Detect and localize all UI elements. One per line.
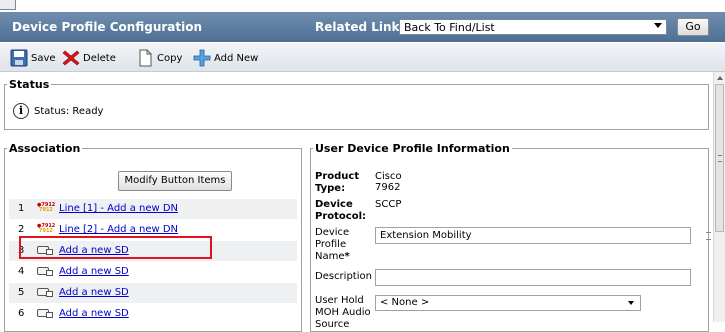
line-2-link[interactable]: Line [2] - Add a new DN [59, 224, 178, 235]
line-1-link[interactable]: Line [1] - Add a new DN [59, 203, 178, 214]
delete-button[interactable]: Delete [62, 49, 116, 67]
page-header: Device Profile Configuration Related Lin… [0, 12, 725, 42]
row-index: 5 [18, 287, 25, 298]
speed-dial-6-link[interactable]: Add a new SD [59, 308, 129, 319]
status-text: Status: Ready [34, 105, 104, 117]
association-legend: Association [9, 142, 81, 155]
modify-button-items-button[interactable]: Modify Button Items [118, 171, 232, 191]
toolbar: Save Delete Copy Add New [0, 43, 725, 72]
grip-icon [718, 155, 722, 162]
highlight-box [19, 236, 212, 259]
product-type-label: Product Type: [315, 171, 360, 194]
save-icon [10, 49, 28, 67]
related-links-label: Related Links: [315, 20, 412, 34]
product-type-value: Cisco 7962 [375, 171, 402, 193]
description-input[interactable] [375, 269, 691, 286]
chevron-down-icon [654, 23, 662, 28]
association-row: 5 Add a new SD [9, 283, 297, 303]
copy-button[interactable]: Copy [136, 49, 182, 67]
device-profile-name-label: Device Profile Name* [315, 227, 350, 262]
main-content: Status i Status: Ready Association Modif… [0, 72, 713, 332]
association-row: 6 Add a new SD [9, 304, 297, 324]
related-links-select[interactable]: Back To Find/List [399, 19, 667, 35]
chevron-down-icon [628, 301, 634, 305]
user-device-profile-section: User Device Profile Information Product … [310, 142, 709, 332]
window-corner [0, 0, 16, 10]
scroll-thumb[interactable] [715, 84, 724, 232]
status-line: i Status: Ready [13, 103, 103, 119]
copy-label: Copy [157, 52, 183, 64]
description-label: Description [315, 271, 372, 282]
user-hold-moh-label: User Hold MOH Audio Source [315, 295, 371, 330]
copy-icon [139, 49, 152, 67]
speed-dial-5-link[interactable]: Add a new SD [59, 287, 129, 298]
row-index: 2 [18, 224, 25, 235]
row-index: 4 [18, 266, 25, 277]
association-row: 4 Add a new SD [9, 262, 297, 282]
required-marker: * [344, 251, 350, 262]
row-index: 1 [18, 203, 25, 214]
device-protocol-value: SCCP [375, 199, 402, 210]
delete-icon [62, 50, 80, 66]
user-device-profile-legend: User Device Profile Information [315, 142, 510, 155]
save-button[interactable]: Save [10, 49, 56, 67]
vertical-scrollbar[interactable] [713, 72, 725, 322]
delete-label: Delete [83, 52, 116, 64]
device-protocol-label: Device Protocol: [315, 199, 367, 222]
row-index: 6 [18, 308, 25, 319]
status-section: Status i Status: Ready [4, 78, 709, 130]
add-new-button[interactable]: Add New [193, 49, 258, 67]
save-label: Save [31, 52, 56, 64]
go-button[interactable]: Go [677, 18, 709, 36]
scroll-up-icon[interactable] [717, 76, 723, 80]
speed-dial-4-link[interactable]: Add a new SD [59, 266, 129, 277]
page-title: Device Profile Configuration [12, 20, 203, 34]
device-profile-name-input[interactable]: Extension Mobility [375, 227, 691, 244]
user-hold-moh-select[interactable]: < None > [375, 295, 641, 311]
info-icon: i [13, 103, 29, 119]
add-new-icon [193, 49, 211, 67]
add-new-label: Add New [214, 52, 259, 64]
grip-icon [706, 232, 711, 240]
status-legend: Status [9, 78, 50, 91]
related-links-value: Back To Find/List [404, 21, 495, 34]
user-hold-moh-value: < None > [380, 297, 430, 308]
association-row: 1 ●7912 7912 Line [1] - Add a new DN [9, 199, 297, 219]
